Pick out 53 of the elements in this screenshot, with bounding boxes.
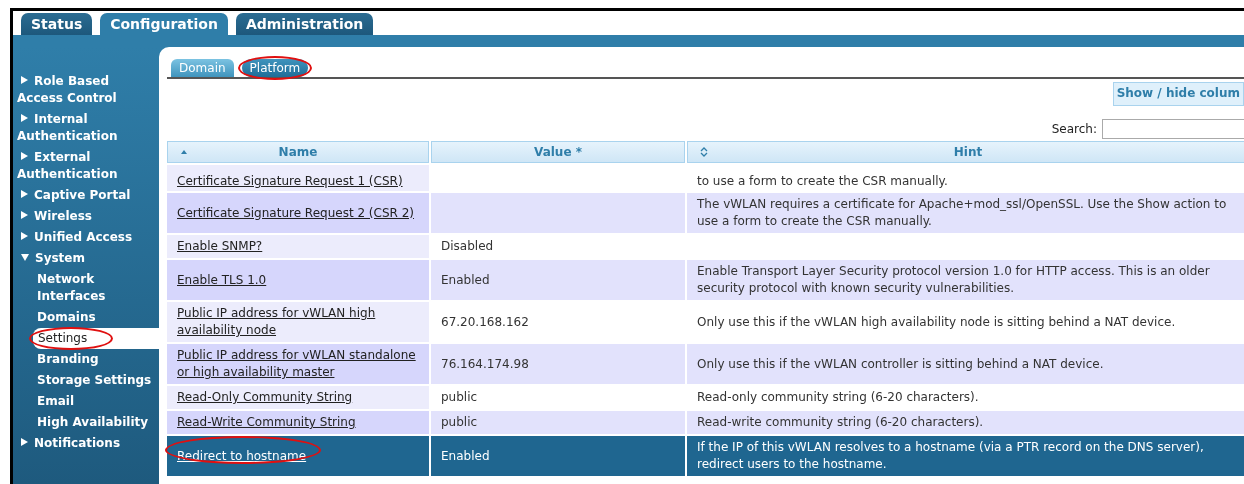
- collapsed-triangle-icon: [21, 232, 28, 240]
- sidebar-subitem[interactable]: Network Interfaces: [13, 269, 159, 307]
- sidebar-item[interactable]: Unified Access: [13, 227, 159, 248]
- sort-icon: [700, 147, 708, 157]
- top-tab[interactable]: Configuration: [100, 13, 228, 35]
- collapsed-triangle-icon: [21, 190, 28, 198]
- table-cell: Enable Transport Layer Security protocol version 1.0 for HTTP access. This is an older security protocol with known security vulnerabilities.: [687, 260, 1244, 300]
- sidebar-item[interactable]: Notifications: [13, 433, 159, 454]
- setting-link[interactable]: Enable SNMP?: [177, 238, 263, 255]
- sub-tab[interactable]: Platform: [241, 59, 309, 77]
- setting-link[interactable]: Public IP address for vWLAN high availability node: [177, 305, 419, 339]
- sort-ascending-icon: [180, 149, 188, 155]
- sidebar-item[interactable]: External Authentication: [13, 147, 159, 185]
- expanded-triangle-icon: [21, 254, 29, 261]
- setting-link[interactable]: Redirect to hostname: [177, 447, 307, 465]
- table-cell: 76.164.174.98: [431, 344, 685, 384]
- setting-link[interactable]: Certificate Signature Request 1 (CSR): [177, 173, 403, 190]
- table-cell: If the IP of this vWLAN resolves to a hostname (via a PTR record on the DNS server), redirect users to the hostname.: [687, 436, 1244, 476]
- setting-link[interactable]: Certificate Signature Request 2 (CSR 2): [177, 204, 414, 222]
- sidebar-subitem[interactable]: Settings: [33, 328, 159, 349]
- sidebar-subitem[interactable]: Domains: [13, 307, 159, 328]
- column-header[interactable]: Name: [167, 141, 429, 163]
- column-header[interactable]: Value *: [431, 141, 685, 163]
- collapsed-triangle-icon: [21, 438, 28, 446]
- collapsed-triangle-icon: [21, 114, 28, 122]
- sidebar-subitem[interactable]: Branding: [13, 349, 159, 370]
- top-tab[interactable]: Status: [21, 13, 93, 35]
- sidebar-subitem[interactable]: Storage Settings: [13, 370, 159, 391]
- collapsed-triangle-icon: [21, 76, 28, 84]
- collapsed-triangle-icon: [21, 152, 28, 160]
- table-cell: The vWLAN requires a certificate for Apache+mod_ssl/OpenSSL. Use the Show action to use a form to create the CSR manually.: [687, 193, 1244, 233]
- table-cell: Enabled: [431, 436, 685, 476]
- column-header[interactable]: Hint: [687, 141, 1244, 163]
- top-tab[interactable]: Administration: [235, 13, 374, 35]
- search-field[interactable]: [1102, 119, 1244, 139]
- show-hide-columns-button[interactable]: Show / hide colum: [1112, 82, 1244, 106]
- sidebar-item[interactable]: Role Based Access Control: [13, 71, 159, 109]
- sidebar-item[interactable]: System: [13, 248, 159, 269]
- setting-link[interactable]: Read-Only Community String: [177, 389, 353, 406]
- sidebar-item[interactable]: Wireless: [13, 206, 159, 227]
- sidebar-subitem[interactable]: Email: [13, 391, 159, 412]
- setting-link[interactable]: Public IP address for vWLAN standalone or high availability master: [177, 347, 419, 381]
- table-cell: Only use this if the vWLAN controller is sitting behind a NAT device.: [687, 344, 1244, 384]
- search-label: Search:: [1051, 122, 1097, 136]
- sidebar-item[interactable]: Internal Authentication: [13, 109, 159, 147]
- collapsed-triangle-icon: [21, 211, 28, 219]
- sidebar-subitem[interactable]: High Availability: [13, 412, 159, 433]
- table-cell: Enabled: [431, 260, 685, 300]
- table-cell: Read-write community string (6-20 characters).: [687, 411, 1244, 434]
- setting-link[interactable]: Enable TLS 1.0: [177, 271, 267, 289]
- setting-link[interactable]: Read-Write Community String: [177, 414, 356, 431]
- sidebar-item[interactable]: Captive Portal: [13, 185, 159, 206]
- table-cell: public: [431, 411, 685, 434]
